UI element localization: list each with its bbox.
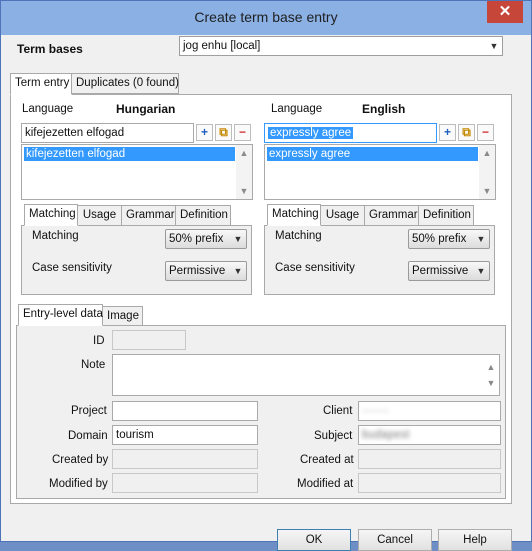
right-language-name: English: [362, 102, 406, 116]
modified-by-label: Modified by: [49, 478, 108, 490]
subject-field[interactable]: budapest: [358, 425, 501, 445]
window-title: Create term base entry: [194, 9, 338, 25]
term-bases-dropdown[interactable]: jog enhu [local] ▼: [179, 36, 503, 56]
id-label: ID: [93, 335, 105, 347]
copy-term-icon[interactable]: ⧉: [215, 124, 232, 141]
add-term-icon[interactable]: +: [439, 124, 456, 141]
right-tab-definition[interactable]: Definition: [418, 205, 474, 226]
right-case-label: Case sensitivity: [275, 262, 355, 274]
copy-term-icon[interactable]: ⧉: [458, 124, 475, 141]
chevron-down-icon: ▼: [476, 234, 486, 244]
right-case-dropdown[interactable]: Permissive ▼: [408, 261, 490, 281]
right-tab-matching[interactable]: Matching: [267, 204, 321, 226]
left-case-dropdown[interactable]: Permissive ▼: [165, 261, 247, 281]
left-tab-usage[interactable]: Usage: [77, 205, 122, 226]
dialog-window: Create term base entry ✕ Term bases jog …: [0, 0, 532, 551]
modified-by-field: [112, 473, 258, 493]
right-list-scrollbar[interactable]: ▲ ▼: [479, 145, 495, 199]
left-term-input-value: kifejezetten elfogad: [25, 127, 125, 139]
created-by-label: Created by: [52, 454, 109, 466]
left-tab-matching[interactable]: Matching: [24, 204, 78, 226]
domain-value: tourism: [116, 429, 154, 441]
list-item[interactable]: kifejezetten elfogad: [24, 147, 235, 161]
right-term-list[interactable]: expressly agree ▲ ▼: [264, 144, 496, 200]
scroll-up-icon[interactable]: ▲: [236, 148, 252, 158]
scroll-down-icon[interactable]: ▼: [483, 374, 499, 392]
tab-duplicates[interactable]: Duplicates (0 found): [71, 73, 179, 94]
left-matching-label: Matching: [32, 230, 79, 242]
chevron-down-icon: ▼: [233, 234, 243, 244]
remove-term-icon[interactable]: −: [477, 124, 494, 141]
left-case-label: Case sensitivity: [32, 262, 112, 274]
right-language-label: Language: [271, 103, 323, 115]
left-matching-value: 50% prefix: [169, 233, 224, 245]
right-matching-dropdown[interactable]: 50% prefix ▼: [408, 229, 490, 249]
left-term-list[interactable]: kifejezetten elfogad ▲ ▼: [21, 144, 253, 200]
right-tab-usage[interactable]: Usage: [320, 205, 365, 226]
tab-entry-level-data[interactable]: Entry-level data: [18, 304, 103, 326]
title-bar[interactable]: Create term base entry ✕: [1, 1, 531, 35]
modified-at-field: [358, 473, 501, 493]
created-at-label: Created at: [300, 454, 354, 466]
right-case-value: Permissive: [412, 265, 469, 277]
scroll-down-icon[interactable]: ▼: [479, 186, 495, 196]
note-textarea[interactable]: ▲ ▼: [112, 354, 500, 396]
chevron-down-icon: ▼: [489, 41, 499, 51]
ok-button[interactable]: OK: [277, 529, 351, 551]
remove-term-icon[interactable]: −: [234, 124, 251, 141]
client-field[interactable]: ·······: [358, 401, 501, 421]
scroll-up-icon[interactable]: ▲: [479, 148, 495, 158]
left-tab-definition[interactable]: Definition: [175, 205, 231, 226]
modified-at-label: Modified at: [297, 478, 354, 490]
add-term-icon[interactable]: +: [196, 124, 213, 141]
term-bases-label: Term bases: [17, 42, 83, 56]
close-icon: ✕: [498, 3, 512, 20]
subject-label: Subject: [314, 430, 353, 442]
left-language-name: Hungarian: [116, 102, 176, 116]
tab-image[interactable]: Image: [102, 306, 143, 327]
left-case-value: Permissive: [169, 265, 226, 277]
note-scrollbar[interactable]: ▲ ▼: [483, 355, 499, 395]
chevron-down-icon: ▼: [476, 266, 486, 276]
tab-term-entry[interactable]: Term entry: [10, 73, 72, 95]
help-button[interactable]: Help: [438, 529, 512, 551]
domain-label: Domain: [68, 430, 108, 442]
left-matching-dropdown[interactable]: 50% prefix ▼: [165, 229, 247, 249]
term-bases-value: jog enhu [local]: [183, 40, 261, 52]
note-label: Note: [81, 359, 106, 371]
chevron-down-icon: ▼: [233, 266, 243, 276]
left-tab-grammar[interactable]: Grammar: [121, 205, 176, 226]
project-label: Project: [71, 405, 107, 417]
cancel-button[interactable]: Cancel: [358, 529, 432, 551]
right-tab-grammar[interactable]: Grammar: [364, 205, 419, 226]
created-by-field: [112, 449, 258, 469]
left-term-input[interactable]: kifejezetten elfogad: [21, 123, 194, 143]
project-field[interactable]: [112, 401, 258, 421]
client-label: Client: [323, 405, 353, 417]
domain-field[interactable]: tourism: [112, 425, 258, 445]
created-at-field: [358, 449, 501, 469]
list-item[interactable]: expressly agree: [267, 147, 478, 161]
close-button[interactable]: ✕: [487, 1, 523, 23]
id-field: [112, 330, 186, 350]
right-term-input-value: expressly agree: [268, 127, 354, 139]
client-value: ·······: [362, 405, 389, 417]
subject-value: budapest: [362, 429, 410, 441]
scroll-down-icon[interactable]: ▼: [236, 186, 252, 196]
left-list-scrollbar[interactable]: ▲ ▼: [236, 145, 252, 199]
right-term-input[interactable]: expressly agree: [264, 123, 437, 143]
left-language-label: Language: [22, 103, 74, 115]
right-matching-label: Matching: [275, 230, 322, 242]
right-matching-value: 50% prefix: [412, 233, 467, 245]
